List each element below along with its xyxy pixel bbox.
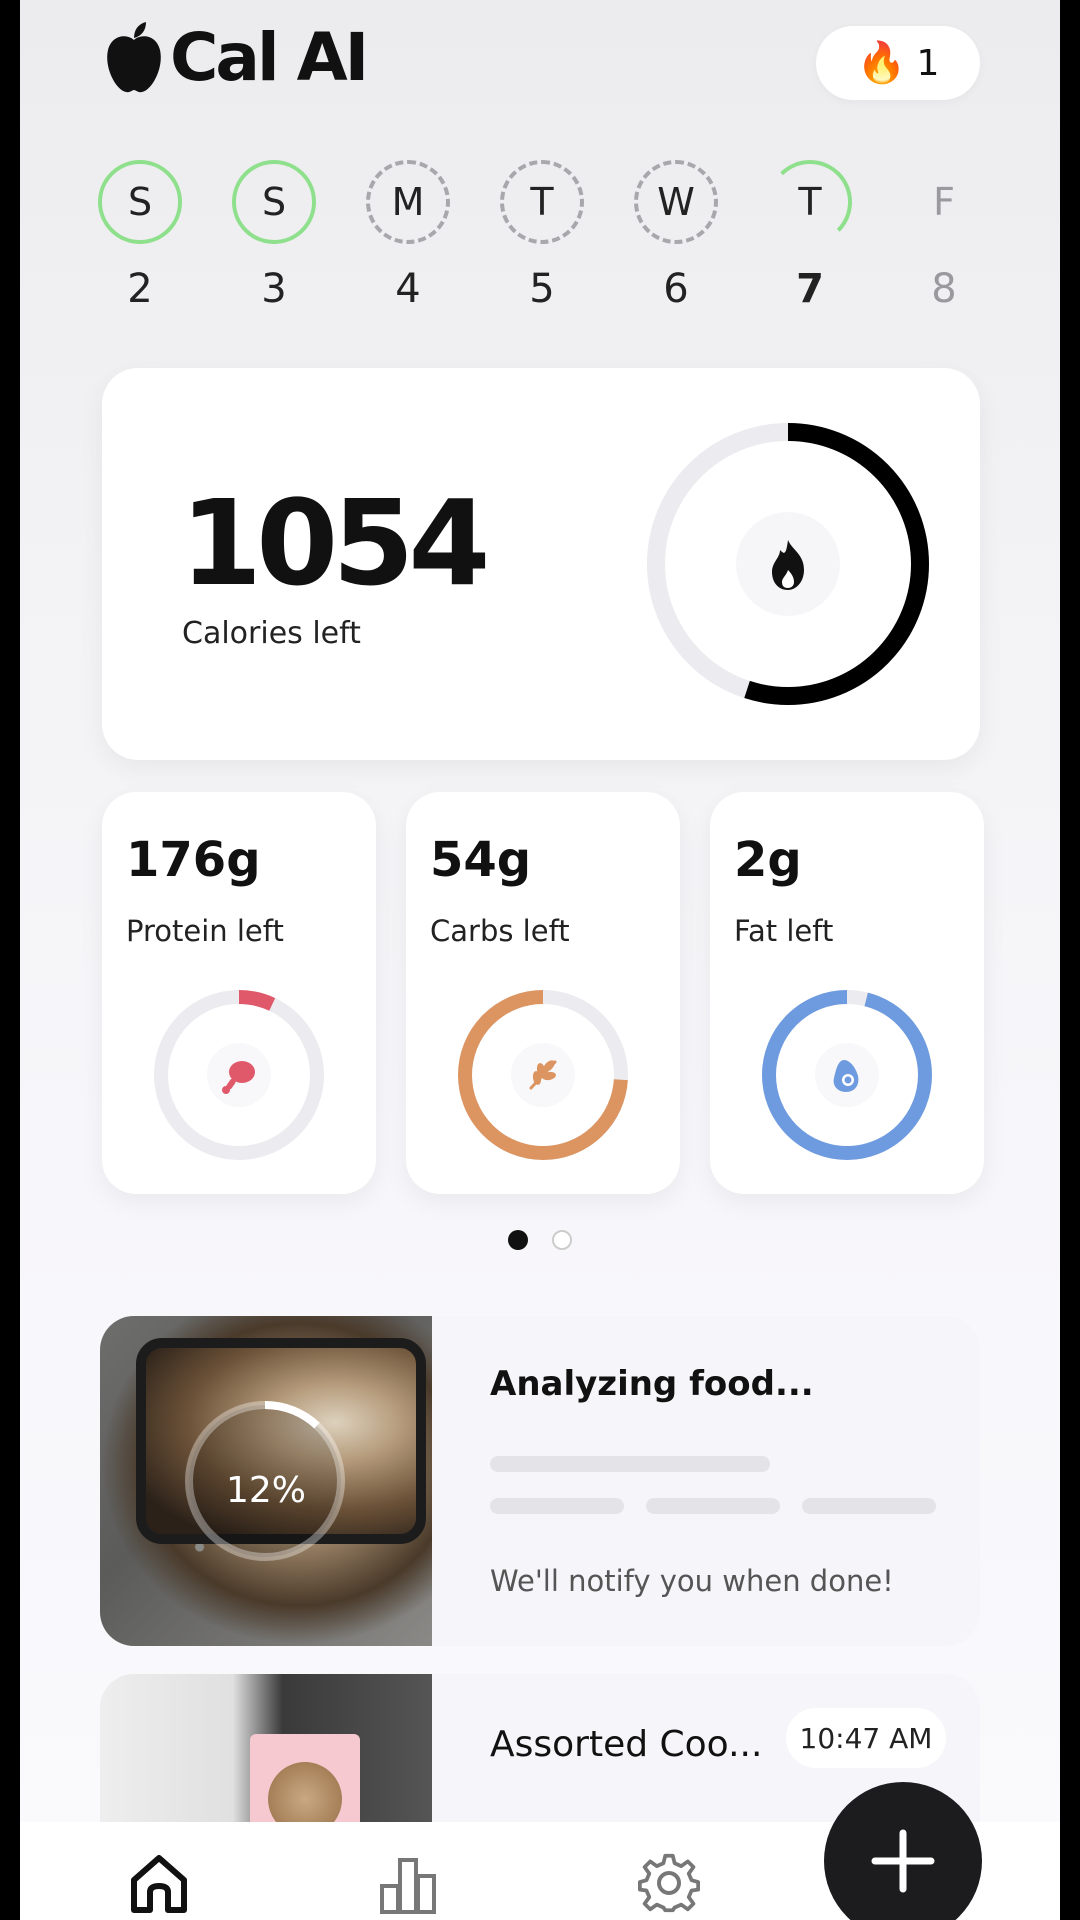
day-letter: S [232, 160, 316, 244]
chart-icon[interactable] [378, 1852, 440, 1914]
streak-count: 1 [916, 42, 940, 84]
fat-value: 2g [734, 832, 802, 888]
day-date: 5 [529, 266, 555, 312]
protein-value: 176g [126, 832, 261, 888]
app-logo: Cal AI [102, 18, 369, 96]
day-letter: M [366, 160, 450, 244]
apple-icon [107, 22, 161, 93]
fat-label: Fat left [734, 914, 834, 948]
day-date: 2 [127, 266, 153, 312]
food-photo: 12% [100, 1316, 432, 1646]
carbs-value: 54g [430, 832, 532, 888]
settings-icon[interactable] [638, 1852, 700, 1914]
fat-card[interactable]: 2g Fat left [710, 792, 984, 1194]
day-sat-2[interactable]: S 2 [98, 160, 182, 312]
day-date: 7 [796, 266, 824, 312]
pager-dots[interactable] [20, 1230, 1060, 1250]
analyzing-title: Analyzing food... [490, 1364, 814, 1404]
day-letter: T [500, 160, 584, 244]
calories-left-value: 1054 [180, 474, 490, 612]
app-screen: Cal AI 🔥 1 S 2 S 3 M 4 T 5 W 6 T 7 F 8 1… [20, 0, 1060, 1920]
day-letter: F [933, 180, 955, 224]
home-icon[interactable] [128, 1852, 190, 1914]
protein-label: Protein left [126, 914, 284, 948]
app-name: Cal AI [170, 18, 369, 96]
carbs-label: Carbs left [430, 914, 570, 948]
analyzing-food-card[interactable]: 12% Analyzing food... We'll notify you w… [100, 1316, 980, 1646]
pager-dot[interactable] [552, 1230, 572, 1250]
streak-badge[interactable]: 🔥 1 [816, 26, 980, 100]
flame-icon: 🔥 [856, 40, 907, 86]
protein-progress-ring [154, 990, 324, 1160]
day-letter: T [768, 160, 852, 244]
carbs-card[interactable]: 54g Carbs left [406, 792, 680, 1194]
calories-left-label: Calories left [182, 616, 361, 651]
plus-icon [871, 1829, 935, 1893]
carbs-progress-ring [458, 990, 628, 1160]
day-tue-5[interactable]: T 5 [500, 160, 584, 312]
day-date: 3 [261, 266, 287, 312]
skeleton-line [646, 1498, 780, 1514]
analysis-percent: 12% [225, 1470, 306, 1511]
day-letter: S [98, 160, 182, 244]
day-fri-8[interactable]: F 8 [902, 160, 986, 312]
food-entry-time: 10:47 AM [786, 1708, 946, 1768]
day-date: 6 [663, 266, 689, 312]
pager-dot-active[interactable] [508, 1230, 528, 1250]
day-letter: W [634, 160, 718, 244]
skeleton-line [490, 1456, 770, 1472]
protein-card[interactable]: 176g Protein left [102, 792, 376, 1194]
day-mon-4[interactable]: M 4 [366, 160, 450, 312]
day-date: 4 [395, 266, 421, 312]
day-wed-6[interactable]: W 6 [634, 160, 718, 312]
header: Cal AI 🔥 1 [20, 0, 1060, 140]
skeleton-line [490, 1498, 624, 1514]
food-entry-title: Assorted Coo... [490, 1724, 763, 1765]
fat-progress-ring [762, 990, 932, 1160]
day-sun-3[interactable]: S 3 [232, 160, 316, 312]
day-thu-7[interactable]: T 7 [768, 160, 852, 312]
calories-progress-ring [647, 423, 929, 705]
analyzing-note: We'll notify you when done! [490, 1564, 894, 1598]
calories-card[interactable]: 1054 Calories left [102, 368, 980, 760]
day-date: 8 [931, 266, 957, 312]
skeleton-line [802, 1498, 936, 1514]
